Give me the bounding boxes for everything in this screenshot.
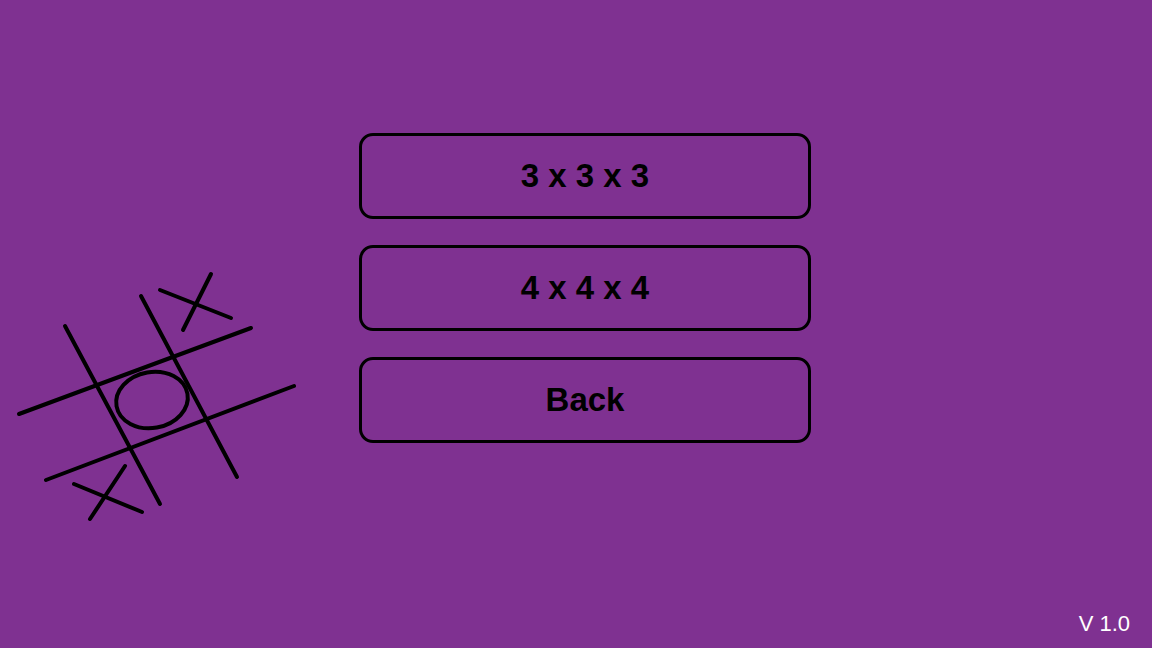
menu-button[interactable]: 3 x 3 x 3: [359, 133, 811, 219]
menu-button[interactable]: 4 x 4 x 4: [359, 245, 811, 331]
main-menu-screen: 3 x 3 x 3 4 x 4 x 4 Back V 1.0: [0, 0, 1152, 648]
menu-button[interactable]: Back: [359, 357, 811, 443]
tic-tac-toe-icon: [0, 0, 320, 540]
menu-buttons: 3 x 3 x 3 4 x 4 x 4 Back: [359, 133, 811, 443]
version-label: V 1.0: [1079, 607, 1130, 640]
